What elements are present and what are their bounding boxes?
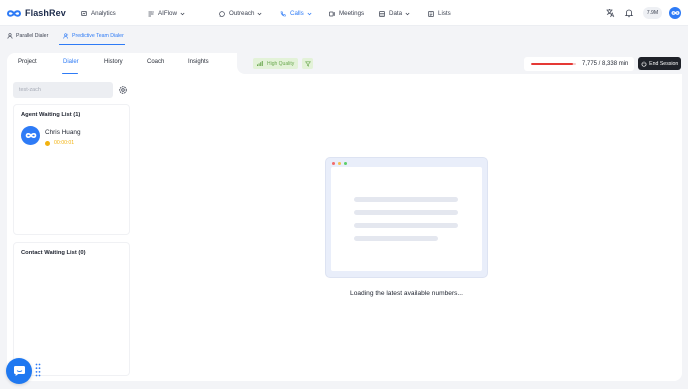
infinity-logo-icon [6, 9, 22, 17]
bell-icon[interactable] [624, 8, 634, 18]
nav-meetings-label: Meetings [339, 10, 365, 17]
contact-waiting-list-title: Contact Waiting List (0) [21, 250, 86, 256]
nav-aiflow[interactable]: AIFlow [148, 8, 189, 19]
agent-name: Chris Huang [45, 129, 81, 136]
nav-outreach-label: Outreach [229, 10, 255, 17]
search-input[interactable] [13, 82, 113, 98]
agent-avatar[interactable] [21, 126, 40, 145]
window-close-dot [332, 162, 335, 165]
credits-badge[interactable]: 7.9M [643, 7, 662, 19]
nav-calls-label: Calls [290, 10, 304, 17]
phone-icon [280, 11, 286, 16]
skeleton-line [354, 197, 458, 202]
minutes-usage: 7,775 / 8,338 min [524, 57, 634, 71]
person-icon [7, 33, 13, 39]
agent-timer-text: 00:00:01 [54, 140, 75, 146]
user-avatar[interactable] [669, 7, 681, 19]
subnav-parallel-dialer-label: Parallel Dialer [16, 33, 49, 39]
end-session-label: End Session [649, 60, 679, 67]
nav-analytics[interactable]: Analytics [81, 8, 116, 19]
subnav-active-indicator [59, 44, 125, 46]
lists-icon [428, 10, 434, 17]
avatar-logo-icon [671, 11, 679, 15]
usage-progress-fill [531, 63, 573, 66]
data-icon [379, 10, 385, 17]
tab-coach[interactable]: Coach [147, 59, 164, 68]
chevron-down-icon [180, 12, 185, 15]
translate-icon[interactable] [605, 8, 615, 18]
window-maximize-dot [344, 162, 347, 165]
avatar-logo-icon [25, 132, 36, 139]
illustration-window [331, 167, 482, 271]
app-name: FlashRev [25, 8, 66, 18]
skeleton-line [354, 223, 458, 228]
top-navigation-bar: FlashRev Analytics AIFlow Outreach Calls… [0, 0, 688, 26]
agent-wait-timer: 00:00:01 [45, 140, 74, 146]
loading-illustration [325, 157, 488, 278]
window-minimize-dot [338, 162, 341, 165]
outreach-icon [219, 10, 225, 17]
chevron-down-icon [257, 12, 262, 15]
subnav-predictive-team-dialer[interactable]: Predictive Team Dialer [63, 31, 124, 41]
power-icon [641, 61, 647, 67]
loading-message: Loading the latest available numbers... [350, 290, 463, 297]
nav-data-label: Data [389, 10, 403, 17]
nav-lists-label: Lists [438, 10, 451, 17]
tab-history[interactable]: History [104, 59, 123, 68]
drag-handle-icon[interactable] [35, 363, 41, 377]
nav-outreach[interactable]: Outreach [219, 8, 266, 19]
agent-waiting-list-title: Agent Waiting List (1) [21, 112, 81, 118]
gear-icon[interactable] [118, 85, 128, 95]
meetings-icon [329, 11, 335, 16]
nav-lists[interactable]: Lists [428, 8, 451, 19]
skeleton-line [354, 210, 458, 215]
tab-project[interactable]: Project [18, 59, 37, 68]
tab-insights[interactable]: Insights [188, 59, 209, 68]
analytics-icon [81, 10, 87, 16]
filter-icon [304, 61, 311, 67]
end-session-button[interactable]: End Session [638, 57, 681, 70]
contact-waiting-list: Contact Waiting List (0) [13, 242, 130, 376]
call-quality-badge[interactable]: High Quality [253, 58, 298, 69]
chevron-down-icon [405, 12, 410, 15]
nav-aiflow-label: AIFlow [158, 10, 177, 17]
skeleton-line [354, 236, 438, 241]
call-quality-label: High Quality [267, 60, 295, 67]
nav-meetings[interactable]: Meetings [329, 8, 364, 19]
nav-data[interactable]: Data [379, 8, 414, 19]
tab-active-indicator [62, 72, 78, 74]
aiflow-icon [148, 10, 154, 16]
flashrev-logo[interactable]: FlashRev [6, 7, 66, 19]
nav-calls[interactable]: Calls [280, 8, 316, 19]
tab-dialer[interactable]: Dialer [63, 59, 79, 68]
team-icon [63, 33, 69, 39]
chevron-down-icon [307, 12, 312, 15]
signal-bars-icon [257, 61, 263, 66]
usage-text: 7,775 / 8,338 min [582, 60, 629, 67]
chat-support-button[interactable] [6, 358, 32, 384]
agent-waiting-list: Agent Waiting List (1) Chris Huang 00:00… [13, 104, 130, 235]
subnav-parallel-dialer[interactable]: Parallel Dialer [7, 31, 48, 41]
chat-bubble-icon [13, 366, 25, 376]
audio-settings-button[interactable] [302, 58, 313, 69]
usage-progress-bar [531, 63, 576, 66]
nav-analytics-label: Analytics [91, 10, 116, 17]
subnav-predictive-team-dialer-label: Predictive Team Dialer [72, 33, 124, 39]
status-dot [45, 140, 50, 146]
